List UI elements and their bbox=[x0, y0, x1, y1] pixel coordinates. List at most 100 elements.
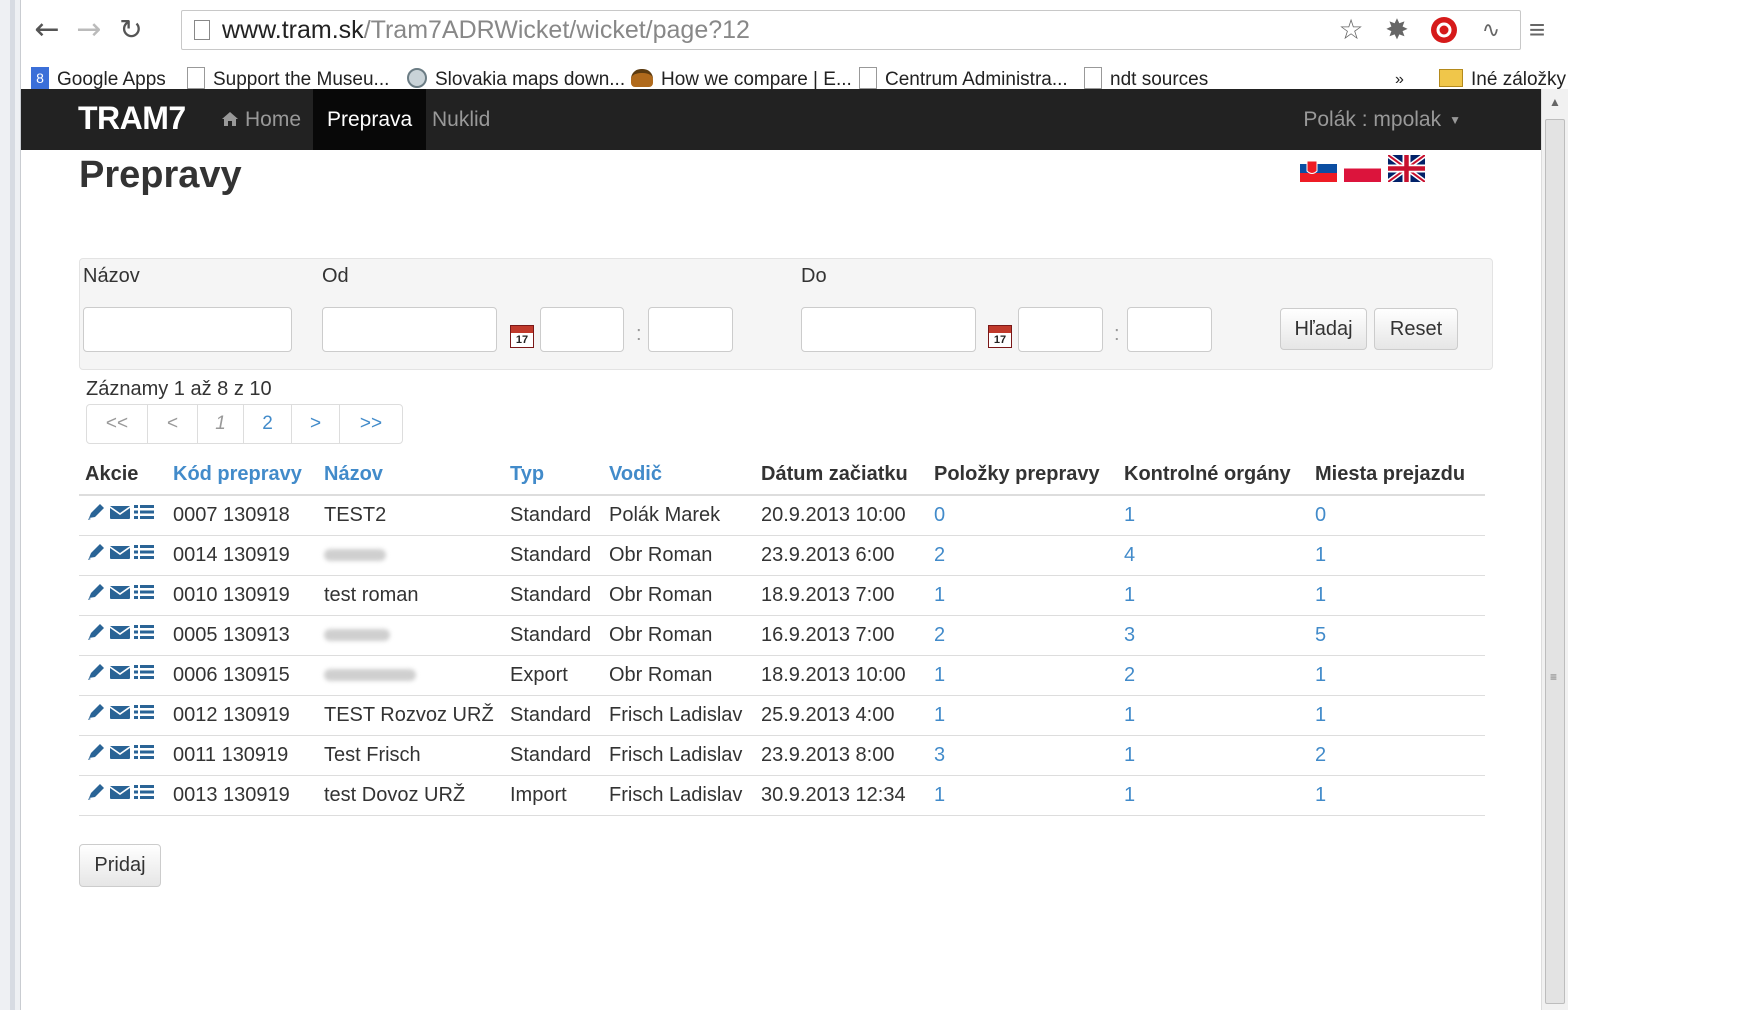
cell-places-link[interactable]: 1 bbox=[1309, 775, 1485, 816]
list-icon[interactable] bbox=[133, 503, 155, 521]
cell-controls-link[interactable]: 1 bbox=[1118, 695, 1309, 736]
cell-places-link[interactable]: 1 bbox=[1309, 695, 1485, 736]
envelope-icon[interactable] bbox=[109, 503, 131, 521]
column-header-type[interactable]: Typ bbox=[504, 455, 603, 496]
edit-pencil-icon[interactable] bbox=[85, 743, 107, 761]
cell-items-link[interactable]: 3 bbox=[928, 735, 1118, 776]
calendar-icon[interactable]: 17 bbox=[988, 325, 1012, 348]
cell-items-link[interactable]: 1 bbox=[928, 575, 1118, 616]
cell-controls-link[interactable]: 3 bbox=[1118, 615, 1309, 656]
list-icon[interactable] bbox=[133, 623, 155, 641]
from-date-input[interactable] bbox=[322, 307, 497, 352]
calendar-icon[interactable]: 17 bbox=[510, 325, 534, 348]
cell-places-link[interactable]: 1 bbox=[1309, 655, 1485, 696]
cell-driver: Frisch Ladislav bbox=[603, 695, 755, 736]
forward-icon[interactable]: → bbox=[71, 10, 107, 50]
page-icon bbox=[1084, 66, 1102, 89]
cell-items-link[interactable]: 1 bbox=[928, 655, 1118, 696]
extension-icon[interactable]: ∿ bbox=[1471, 10, 1511, 50]
cell-controls-link[interactable]: 1 bbox=[1118, 735, 1309, 776]
last-page-link[interactable]: >> bbox=[340, 405, 402, 443]
edit-pencil-icon[interactable] bbox=[85, 503, 107, 521]
column-header-driver[interactable]: Vodič bbox=[603, 455, 755, 496]
list-icon[interactable] bbox=[133, 743, 155, 761]
menu-icon[interactable]: ≡ bbox=[1517, 10, 1557, 50]
envelope-icon[interactable] bbox=[109, 543, 131, 561]
cell-items-link[interactable]: 0 bbox=[928, 495, 1118, 536]
cell-places-link[interactable]: 5 bbox=[1309, 615, 1485, 656]
extension-icon[interactable]: ✸ bbox=[1377, 10, 1417, 50]
list-icon[interactable] bbox=[133, 703, 155, 721]
page-1-link[interactable]: 1 bbox=[198, 405, 244, 443]
from-minute-input[interactable] bbox=[648, 307, 733, 352]
cell-controls-link[interactable]: 1 bbox=[1118, 575, 1309, 616]
cell-places-link[interactable]: 1 bbox=[1309, 575, 1485, 616]
envelope-icon[interactable] bbox=[109, 703, 131, 721]
edit-pencil-icon[interactable] bbox=[85, 543, 107, 561]
cell-places-link[interactable]: 0 bbox=[1309, 495, 1485, 536]
to-minute-input[interactable] bbox=[1127, 307, 1212, 352]
table-row: 0010 130919 test roman Standard Obr Roman 18… bbox=[79, 575, 1485, 616]
cell-items-link[interactable]: 2 bbox=[928, 615, 1118, 656]
next-page-link[interactable]: > bbox=[292, 405, 340, 443]
edit-pencil-icon[interactable] bbox=[85, 583, 107, 601]
envelope-icon[interactable] bbox=[109, 623, 131, 641]
to-hour-input[interactable] bbox=[1018, 307, 1103, 352]
cell-code: 0013 130919 bbox=[167, 775, 318, 816]
nav-nuklid[interactable]: Nuklid bbox=[432, 89, 490, 150]
page-2-link[interactable]: 2 bbox=[244, 405, 292, 443]
cell-items-link[interactable]: 1 bbox=[928, 695, 1118, 736]
reset-button[interactable]: Reset bbox=[1374, 308, 1458, 350]
address-bar[interactable]: www.tram.sk/Tram7ADRWicket/wicket/page?1… bbox=[181, 10, 1521, 50]
flag-slovakia-icon[interactable] bbox=[1300, 155, 1337, 182]
to-date-input[interactable] bbox=[801, 307, 976, 352]
cell-items-link[interactable]: 2 bbox=[928, 535, 1118, 576]
cell-places-link[interactable]: 2 bbox=[1309, 735, 1485, 776]
column-header-name[interactable]: Názov bbox=[318, 455, 504, 496]
cell-items-link[interactable]: 1 bbox=[928, 775, 1118, 816]
from-hour-input[interactable] bbox=[540, 307, 624, 352]
cell-driver: Polák Marek bbox=[603, 495, 755, 536]
envelope-icon[interactable] bbox=[109, 783, 131, 801]
flag-poland-icon[interactable] bbox=[1344, 155, 1381, 182]
adblock-icon[interactable] bbox=[1424, 10, 1464, 50]
transports-table: Akcie Kód prepravy Názov Typ Vodič Dátum zači… bbox=[79, 455, 1485, 816]
cell-controls-link[interactable]: 1 bbox=[1118, 775, 1309, 816]
first-page-link[interactable]: << bbox=[87, 405, 148, 443]
scroll-up-arrow-icon[interactable]: ▲ bbox=[1542, 89, 1568, 115]
column-header-code[interactable]: Kód prepravy bbox=[167, 455, 318, 496]
back-icon[interactable]: ← bbox=[29, 10, 65, 50]
nav-home[interactable]: Home bbox=[221, 89, 301, 150]
table-header-row: Akcie Kód prepravy Názov Typ Vodič Dátum zači… bbox=[79, 455, 1485, 496]
prev-page-link[interactable]: < bbox=[148, 405, 198, 443]
filter-panel: Názov Od Do 17 : 17 : Hľadaj Reset bbox=[79, 258, 1493, 370]
add-button[interactable]: Pridaj bbox=[79, 844, 161, 887]
nav-preprava[interactable]: Preprava bbox=[313, 89, 427, 150]
edit-pencil-icon[interactable] bbox=[85, 783, 107, 801]
list-icon[interactable] bbox=[133, 783, 155, 801]
brand-logo[interactable]: TRAM7 bbox=[78, 89, 186, 150]
search-button[interactable]: Hľadaj bbox=[1280, 308, 1367, 350]
cell-controls-link[interactable]: 1 bbox=[1118, 495, 1309, 536]
list-icon[interactable] bbox=[133, 543, 155, 561]
list-icon[interactable] bbox=[133, 663, 155, 681]
page-scrollbar[interactable]: ▲ ≡ bbox=[1541, 89, 1568, 1010]
cell-name bbox=[318, 655, 504, 696]
scroll-thumb[interactable]: ≡ bbox=[1545, 119, 1565, 1004]
envelope-icon[interactable] bbox=[109, 583, 131, 601]
cell-places-link[interactable]: 1 bbox=[1309, 535, 1485, 576]
name-input[interactable] bbox=[83, 307, 292, 352]
globe-icon bbox=[407, 67, 427, 88]
edit-pencil-icon[interactable] bbox=[85, 703, 107, 721]
user-menu[interactable]: Polák : mpolak ▼ bbox=[1303, 89, 1461, 150]
edit-pencil-icon[interactable] bbox=[85, 663, 107, 681]
list-icon[interactable] bbox=[133, 583, 155, 601]
envelope-icon[interactable] bbox=[109, 743, 131, 761]
cell-controls-link[interactable]: 4 bbox=[1118, 535, 1309, 576]
edit-pencil-icon[interactable] bbox=[85, 623, 107, 641]
reload-icon[interactable]: ↻ bbox=[113, 10, 149, 50]
star-icon[interactable]: ☆ bbox=[1331, 10, 1371, 50]
envelope-icon[interactable] bbox=[109, 663, 131, 681]
cell-controls-link[interactable]: 2 bbox=[1118, 655, 1309, 696]
flag-uk-icon[interactable] bbox=[1388, 155, 1425, 182]
